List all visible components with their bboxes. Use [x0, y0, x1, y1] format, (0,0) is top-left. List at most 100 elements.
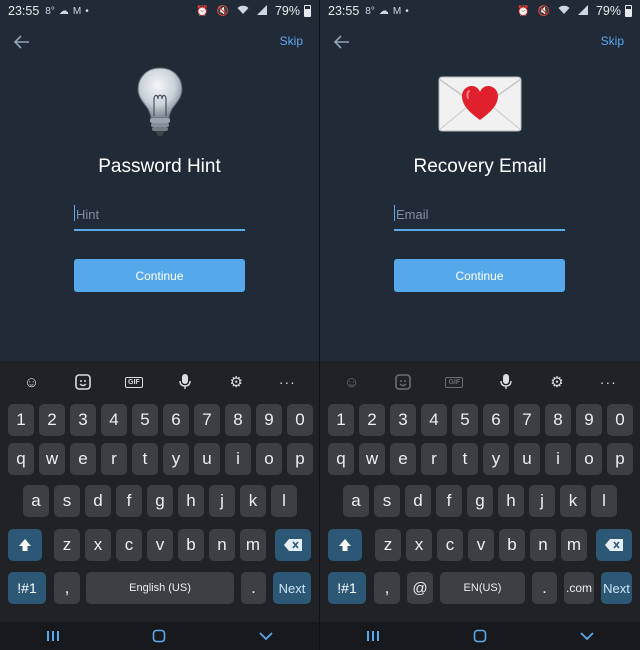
next-key[interactable]: Next: [601, 572, 632, 604]
key-s[interactable]: s: [54, 485, 80, 517]
key-r[interactable]: r: [101, 443, 127, 475]
key-8[interactable]: 8: [225, 404, 251, 436]
gif-icon[interactable]: GIF: [120, 371, 148, 393]
key-1[interactable]: 1: [8, 404, 34, 436]
symbols-key[interactable]: !#1: [8, 572, 46, 604]
shift-key[interactable]: [8, 529, 42, 561]
key-i[interactable]: i: [545, 443, 571, 475]
key-x[interactable]: x: [406, 529, 432, 561]
sticker-icon[interactable]: [69, 371, 97, 393]
key-t[interactable]: t: [132, 443, 158, 475]
key-u[interactable]: u: [194, 443, 220, 475]
microphone-icon[interactable]: [171, 371, 199, 393]
key-i[interactable]: i: [225, 443, 251, 475]
key-3[interactable]: 3: [390, 404, 416, 436]
key-n[interactable]: n: [530, 529, 556, 561]
comma-key[interactable]: ,: [374, 572, 400, 604]
key-v[interactable]: v: [147, 529, 173, 561]
key-r[interactable]: r: [421, 443, 447, 475]
home-icon[interactable]: [465, 625, 495, 647]
email-field[interactable]: [394, 200, 565, 231]
key-d[interactable]: d: [85, 485, 111, 517]
key-u[interactable]: u: [514, 443, 540, 475]
skip-button[interactable]: Skip: [280, 34, 303, 48]
hint-input[interactable]: [74, 207, 245, 222]
comma-key[interactable]: ,: [54, 572, 80, 604]
key-j[interactable]: j: [209, 485, 235, 517]
key-g[interactable]: g: [147, 485, 173, 517]
emoji-icon[interactable]: ☺: [338, 371, 366, 393]
key-m[interactable]: m: [240, 529, 266, 561]
key-a[interactable]: a: [23, 485, 49, 517]
key-l[interactable]: l: [271, 485, 297, 517]
home-icon[interactable]: [144, 625, 174, 647]
key-h[interactable]: h: [498, 485, 524, 517]
key-1[interactable]: 1: [328, 404, 354, 436]
key-7[interactable]: 7: [194, 404, 220, 436]
key-t[interactable]: t: [452, 443, 478, 475]
recent-apps-icon[interactable]: [358, 625, 388, 647]
shift-key[interactable]: [328, 529, 362, 561]
period-key[interactable]: .: [532, 572, 557, 604]
key-g[interactable]: g: [467, 485, 493, 517]
key-4[interactable]: 4: [421, 404, 447, 436]
key-z[interactable]: z: [54, 529, 80, 561]
gear-icon[interactable]: ⚙: [543, 371, 571, 393]
hint-field[interactable]: [74, 200, 245, 231]
key-p[interactable]: p: [287, 443, 313, 475]
at-key[interactable]: @: [407, 572, 433, 604]
email-input[interactable]: [394, 207, 565, 222]
gear-icon[interactable]: ⚙: [222, 371, 250, 393]
key-q[interactable]: q: [8, 443, 34, 475]
key-v[interactable]: v: [468, 529, 494, 561]
key-5[interactable]: 5: [452, 404, 478, 436]
more-icon[interactable]: ···: [273, 371, 301, 393]
key-m[interactable]: m: [561, 529, 587, 561]
backspace-key[interactable]: [275, 529, 311, 561]
key-s[interactable]: s: [374, 485, 400, 517]
key-5[interactable]: 5: [132, 404, 158, 436]
key-2[interactable]: 2: [39, 404, 65, 436]
key-j[interactable]: j: [529, 485, 555, 517]
key-k[interactable]: k: [240, 485, 266, 517]
hide-keyboard-icon[interactable]: [572, 625, 602, 647]
key-a[interactable]: a: [343, 485, 369, 517]
backspace-key[interactable]: [596, 529, 632, 561]
key-0[interactable]: 0: [607, 404, 633, 436]
dotcom-key[interactable]: .com: [564, 572, 594, 604]
key-b[interactable]: b: [178, 529, 204, 561]
key-l[interactable]: l: [591, 485, 617, 517]
space-key[interactable]: English (US): [86, 572, 234, 604]
key-7[interactable]: 7: [514, 404, 540, 436]
hide-keyboard-icon[interactable]: [251, 625, 281, 647]
key-2[interactable]: 2: [359, 404, 385, 436]
space-key[interactable]: EN(US): [440, 572, 525, 604]
key-y[interactable]: y: [483, 443, 509, 475]
sticker-icon[interactable]: [389, 371, 417, 393]
back-button[interactable]: [10, 30, 34, 54]
key-p[interactable]: p: [607, 443, 633, 475]
key-f[interactable]: f: [436, 485, 462, 517]
key-f[interactable]: f: [116, 485, 142, 517]
key-c[interactable]: c: [116, 529, 142, 561]
key-q[interactable]: q: [328, 443, 354, 475]
key-4[interactable]: 4: [101, 404, 127, 436]
key-c[interactable]: c: [437, 529, 463, 561]
gif-icon[interactable]: GIF: [440, 371, 468, 393]
key-y[interactable]: y: [163, 443, 189, 475]
continue-button[interactable]: Continue: [394, 259, 565, 292]
key-3[interactable]: 3: [70, 404, 96, 436]
back-button[interactable]: [330, 30, 354, 54]
key-9[interactable]: 9: [256, 404, 282, 436]
key-6[interactable]: 6: [163, 404, 189, 436]
continue-button[interactable]: Continue: [74, 259, 245, 292]
key-0[interactable]: 0: [287, 404, 313, 436]
key-6[interactable]: 6: [483, 404, 509, 436]
key-x[interactable]: x: [85, 529, 111, 561]
more-icon[interactable]: ···: [594, 371, 622, 393]
next-key[interactable]: Next: [273, 572, 311, 604]
key-h[interactable]: h: [178, 485, 204, 517]
key-n[interactable]: n: [209, 529, 235, 561]
recent-apps-icon[interactable]: [38, 625, 68, 647]
key-b[interactable]: b: [499, 529, 525, 561]
